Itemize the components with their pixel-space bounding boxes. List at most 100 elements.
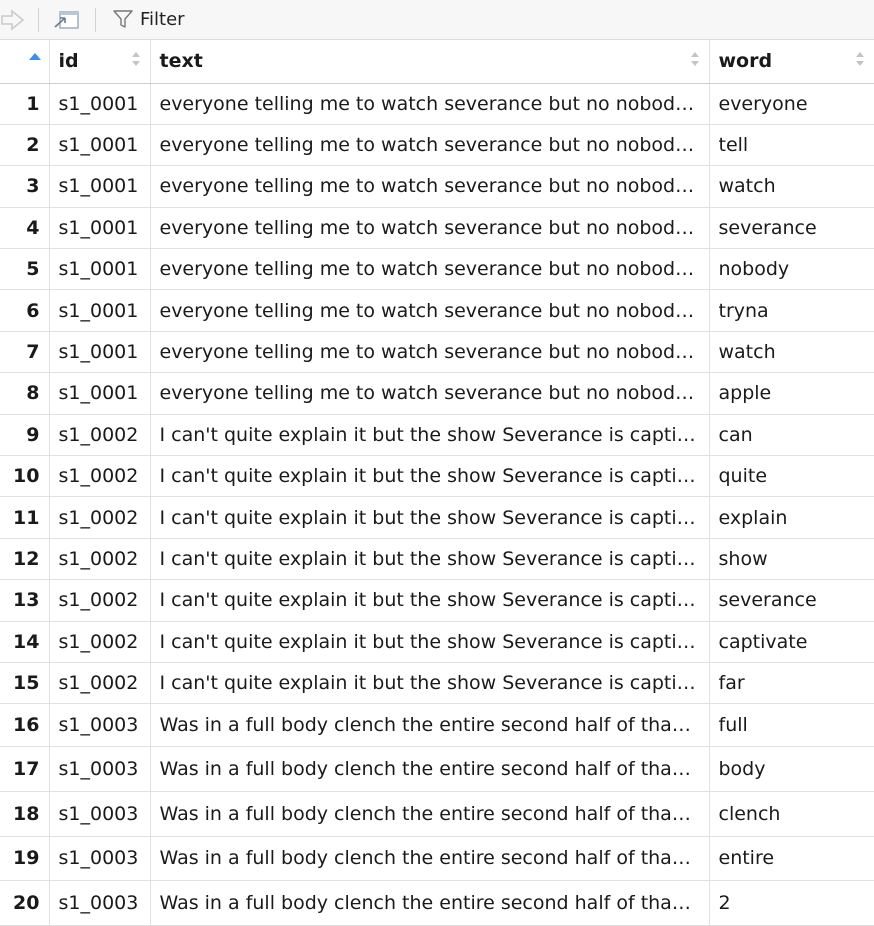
cell-word[interactable]: tell — [709, 124, 874, 167]
column-header-word[interactable]: word — [709, 40, 874, 84]
cell-text[interactable]: everyone telling me to watch severance b… — [150, 165, 710, 208]
cell-word[interactable]: nobody — [709, 248, 874, 291]
table-row[interactable]: 8 s1_0001 everyone telling me to watch sev… — [0, 372, 874, 415]
table-row[interactable]: 4 s1_0001 everyone telling me to watch sev… — [0, 207, 874, 250]
row-number: 17 — [0, 746, 50, 792]
cell-word[interactable]: watch — [709, 165, 874, 208]
table-row[interactable]: 2 s1_0001 everyone telling me to watch sev… — [0, 124, 874, 167]
cell-id[interactable]: s1_0001 — [49, 165, 151, 208]
row-number: 15 — [0, 662, 50, 705]
row-number: 3 — [0, 165, 50, 208]
cell-id[interactable]: s1_0001 — [49, 331, 151, 374]
cell-id[interactable]: s1_0001 — [49, 83, 151, 125]
cell-word[interactable]: explain — [709, 496, 874, 539]
table-row[interactable]: 19 s1_0003 Was in a full body clench the e… — [0, 836, 874, 882]
table-row[interactable]: 7 s1_0001 everyone telling me to watch sev… — [0, 331, 874, 374]
column-label-word: word — [718, 50, 773, 73]
cell-word[interactable]: watch — [709, 331, 874, 374]
cell-id[interactable]: s1_0003 — [49, 746, 151, 792]
table-row[interactable]: 20 s1_0003 Was in a full body clench the e… — [0, 880, 874, 926]
cell-text[interactable]: I can't quite explain it but the show Se… — [150, 496, 710, 539]
row-number: 10 — [0, 455, 50, 498]
cell-text[interactable]: I can't quite explain it but the show Se… — [150, 455, 710, 498]
cell-word[interactable]: tryna — [709, 289, 874, 332]
forward-arrow-icon[interactable] — [0, 8, 26, 32]
cell-id[interactable]: s1_0003 — [49, 791, 151, 837]
cell-text[interactable]: everyone telling me to watch severance b… — [150, 124, 710, 167]
table-row[interactable]: 1 s1_0001 everyone telling me to watch sev… — [0, 83, 874, 125]
row-number: 1 — [0, 83, 50, 125]
row-number: 7 — [0, 331, 50, 374]
cell-word[interactable]: severance — [709, 207, 874, 250]
cell-text[interactable]: everyone telling me to watch severance b… — [150, 289, 710, 332]
sort-ascending-icon — [29, 53, 41, 60]
table-row[interactable]: 13 s1_0002 I can't quite explain it but th… — [0, 579, 874, 622]
cell-text[interactable]: Was in a full body clench the entire sec… — [150, 836, 710, 882]
filter-button[interactable]: Filter — [112, 6, 185, 32]
cell-word[interactable]: quite — [709, 455, 874, 498]
cell-word[interactable]: entire — [709, 836, 874, 882]
cell-id[interactable]: s1_0002 — [49, 662, 151, 705]
cell-id[interactable]: s1_0001 — [49, 124, 151, 167]
cell-word[interactable]: clench — [709, 791, 874, 837]
sort-toggle-icon — [690, 52, 699, 66]
table-row[interactable]: 12 s1_0002 I can't quite explain it but th… — [0, 538, 874, 581]
cell-id[interactable]: s1_0001 — [49, 248, 151, 291]
cell-id[interactable]: s1_0002 — [49, 414, 151, 457]
cell-word[interactable]: apple — [709, 372, 874, 415]
table-row[interactable]: 3 s1_0001 everyone telling me to watch sev… — [0, 165, 874, 208]
cell-id[interactable]: s1_0002 — [49, 579, 151, 622]
cell-text[interactable]: everyone telling me to watch severance b… — [150, 372, 710, 415]
cell-word[interactable]: everyone — [709, 83, 874, 125]
cell-id[interactable]: s1_0003 — [49, 703, 151, 748]
cell-word[interactable]: show — [709, 538, 874, 581]
table-row[interactable]: 18 s1_0003 Was in a full body clench the e… — [0, 791, 874, 837]
cell-text[interactable]: Was in a full body clench the entire sec… — [150, 746, 710, 792]
cell-text[interactable]: I can't quite explain it but the show Se… — [150, 621, 710, 663]
table-row[interactable]: 10 s1_0002 I can't quite explain it but th… — [0, 455, 874, 498]
cell-id[interactable]: s1_0002 — [49, 538, 151, 581]
table-row[interactable]: 11 s1_0002 I can't quite explain it but th… — [0, 496, 874, 539]
popout-window-icon[interactable] — [52, 9, 82, 33]
table-row[interactable]: 14 s1_0002 I can't quite explain it but th… — [0, 621, 874, 663]
cell-text[interactable]: I can't quite explain it but the show Se… — [150, 414, 710, 457]
cell-text[interactable]: I can't quite explain it but the show Se… — [150, 662, 710, 705]
table-row[interactable]: 5 s1_0001 everyone telling me to watch sev… — [0, 248, 874, 291]
cell-text[interactable]: Was in a full body clench the entire sec… — [150, 880, 710, 926]
cell-word[interactable]: severance — [709, 579, 874, 622]
column-header-text[interactable]: text — [150, 40, 710, 84]
cell-id[interactable]: s1_0002 — [49, 621, 151, 663]
cell-text[interactable]: Was in a full body clench the entire sec… — [150, 791, 710, 837]
data-viewer-toolbar: Filter — [0, 0, 874, 40]
table-row[interactable]: 17 s1_0003 Was in a full body clench the e… — [0, 746, 874, 792]
cell-word[interactable]: far — [709, 662, 874, 705]
cell-text[interactable]: Was in a full body clench the entire sec… — [150, 703, 710, 748]
cell-word[interactable]: full — [709, 703, 874, 748]
cell-text[interactable]: everyone telling me to watch severance b… — [150, 331, 710, 374]
data-table: id text word 1 s1_0001 everyone telling me… — [0, 40, 874, 926]
cell-id[interactable]: s1_0002 — [49, 496, 151, 539]
cell-id[interactable]: s1_0003 — [49, 836, 151, 882]
cell-id[interactable]: s1_0002 — [49, 455, 151, 498]
cell-word[interactable]: body — [709, 746, 874, 792]
column-header-rownum[interactable] — [0, 40, 50, 84]
cell-id[interactable]: s1_0001 — [49, 372, 151, 415]
toolbar-divider — [38, 8, 39, 32]
table-row[interactable]: 6 s1_0001 everyone telling me to watch sev… — [0, 289, 874, 332]
cell-text[interactable]: I can't quite explain it but the show Se… — [150, 579, 710, 622]
cell-word[interactable]: can — [709, 414, 874, 457]
cell-text[interactable]: everyone telling me to watch severance b… — [150, 207, 710, 250]
cell-text[interactable]: everyone telling me to watch severance b… — [150, 83, 710, 125]
column-header-id[interactable]: id — [49, 40, 151, 84]
table-row[interactable]: 16 s1_0003 Was in a full body clench the e… — [0, 703, 874, 748]
cell-id[interactable]: s1_0001 — [49, 289, 151, 332]
cell-id[interactable]: s1_0003 — [49, 880, 151, 926]
cell-text[interactable]: I can't quite explain it but the show Se… — [150, 538, 710, 581]
cell-text[interactable]: everyone telling me to watch severance b… — [150, 248, 710, 291]
row-number: 14 — [0, 621, 50, 663]
table-row[interactable]: 15 s1_0002 I can't quite explain it but th… — [0, 662, 874, 705]
cell-word[interactable]: 2 — [709, 880, 874, 926]
table-row[interactable]: 9 s1_0002 I can't quite explain it but the… — [0, 414, 874, 457]
cell-id[interactable]: s1_0001 — [49, 207, 151, 250]
cell-word[interactable]: captivate — [709, 621, 874, 663]
